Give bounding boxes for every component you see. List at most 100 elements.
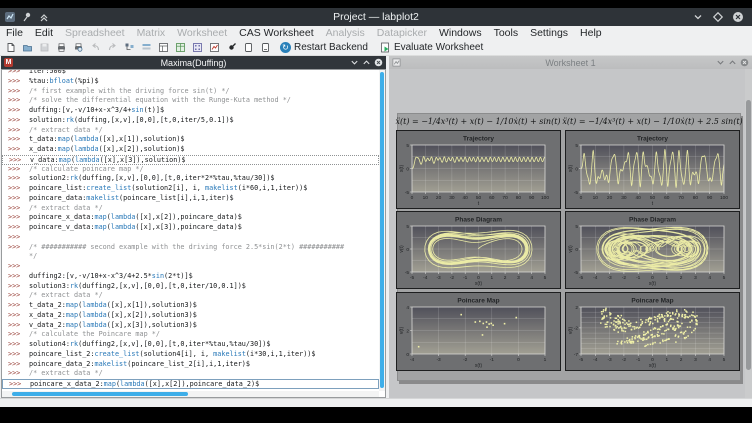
menu-tools[interactable]: Tools <box>488 26 525 40</box>
svg-text:x(t): x(t) <box>475 281 483 287</box>
plot-poincare-map-left[interactable]: -4-3-2-101024Poincare Mapx(t)v(t) <box>396 292 561 371</box>
code-line[interactable]: >>>solution:rk(duffing,[x,v],[0,0],[t,0,… <box>2 116 379 126</box>
code-line[interactable]: >>>x_data_2:map(lambda([x],x[2]),solutio… <box>2 311 379 321</box>
code-line[interactable]: >>>solution2:rk(duffing,[x,v],[0,0],[t,0… <box>2 174 379 184</box>
svg-text:60: 60 <box>489 195 495 201</box>
svg-text:-5: -5 <box>405 270 410 276</box>
shade-icon[interactable] <box>38 11 50 23</box>
code-line[interactable]: >>>iter:500$ <box>2 70 379 77</box>
code-line[interactable]: >>>solution4:rk(duffing2,[x,v],[0,0],[t,… <box>2 340 379 350</box>
window-title: Project — labplot2 <box>0 11 752 23</box>
title-bar[interactable]: Project — labplot2 <box>0 8 752 26</box>
code-line[interactable]: >>>poincare_list:create_list(solution2[i… <box>2 184 379 194</box>
close-button[interactable] <box>732 11 744 23</box>
equation-label-1[interactable]: ẍ(t) = −1/4x³(t) + x(t) − 1/10ẋ(t) + sin… <box>393 117 563 128</box>
code-line[interactable]: >>>t_data_2:map(lambda([x],x[1]),solutio… <box>2 301 379 311</box>
code-line[interactable]: >>>/* ########### second example with th… <box>2 243 379 253</box>
plot-phase-diagram-left[interactable]: -5-4-3-2-1012345-505Phase Diagramx(t)v(t… <box>396 211 561 289</box>
code-line[interactable]: >>>poincare_x_data_2:map(lambda([x],x[2]… <box>2 379 379 389</box>
minimize-button[interactable] <box>692 11 704 23</box>
plot-trajectory-left[interactable]: 0102030405060708090100-505Trajectorytx(t… <box>396 130 561 209</box>
cas-vertical-scrollbar[interactable] <box>379 70 385 391</box>
cas-zoom-in-button[interactable] <box>241 41 256 55</box>
new-spreadsheet-button[interactable] <box>173 41 188 55</box>
code-line[interactable]: >>> <box>2 262 379 272</box>
menu-help[interactable]: Help <box>574 26 608 40</box>
restart-backend-button[interactable]: ↻Restart Backend <box>275 41 373 55</box>
cas-restore-icon[interactable] <box>362 58 371 67</box>
cas-horizontal-scrollbar[interactable] <box>2 391 379 397</box>
menu-windows[interactable]: Windows <box>433 26 488 40</box>
svg-text:70: 70 <box>678 195 684 201</box>
code-line[interactable]: >>>poincare_list_2:create_list(solution4… <box>2 350 379 360</box>
plot-poincare-map-right[interactable]: -5-4-3-2-1012345-7-22Poincare Mapx(t)v(t… <box>565 292 740 371</box>
ws-minimize-icon[interactable] <box>716 58 725 67</box>
new-document-button[interactable] <box>3 41 18 55</box>
code-line[interactable]: */ <box>2 252 379 262</box>
evaluate-worksheet-button[interactable]: Evaluate Worksheet <box>375 41 488 55</box>
menu-edit[interactable]: Edit <box>29 26 59 40</box>
cas-zoom-out-button[interactable] <box>258 41 273 55</box>
prompt: >>> <box>8 213 29 223</box>
svg-text:v(t): v(t) <box>399 327 405 335</box>
code-line[interactable]: >>>duffing:[v,-v/10+x-x^3/4+sin(t)]$ <box>2 106 379 116</box>
code-line[interactable]: >>>v_data_2:map(lambda([x],x[3]),solutio… <box>2 321 379 331</box>
code-line[interactable]: >>>poincare_v_data:map(lambda([x],x[3]),… <box>2 223 379 233</box>
code-line[interactable]: >>>/* extract data */ <box>2 204 379 214</box>
cas-code-area[interactable]: >>>iter:500$>>>%tau:bfloat(%pi)$>>>/* fi… <box>1 69 386 398</box>
properties-explorer-icon <box>141 42 152 53</box>
code-line[interactable]: >>>duffing2:[v,-v/10+x-x^3/4+2.5*sin(2*t… <box>2 272 379 282</box>
cas-panel-titlebar[interactable]: M Maxima(Duffing) <box>1 56 386 69</box>
svg-text:-5: -5 <box>574 190 579 196</box>
code-line[interactable]: >>>/* extract data */ <box>2 126 379 136</box>
cas-minimize-icon[interactable] <box>350 58 359 67</box>
code-line[interactable]: >>>/* solve the differential equation wi… <box>2 96 379 106</box>
cas-close-icon[interactable] <box>374 58 383 67</box>
new-matrix-button[interactable] <box>190 41 205 55</box>
new-notebook-button[interactable] <box>224 41 239 55</box>
code-line[interactable]: >>>poincare_data_2:makelist(poincare_lis… <box>2 360 379 370</box>
svg-text:0: 0 <box>517 357 520 363</box>
equation-label-2[interactable]: ẍ(t) = −1/4x³(t) + x(t) − 1/10ẋ(t) + 2.5… <box>562 117 743 128</box>
plot-phase-diagram-right[interactable]: -5-4-3-2-1012345-505Phase Diagramx(t)v(t… <box>565 211 740 289</box>
menu-settings[interactable]: Settings <box>524 26 574 40</box>
worksheet-panel-titlebar[interactable]: Worksheet 1 <box>389 56 752 69</box>
code-line[interactable]: >>>solution3:rk(duffing2,[x,v],[0,0],[t,… <box>2 282 379 292</box>
app-icon <box>4 11 16 23</box>
svg-text:-5: -5 <box>410 275 415 281</box>
code-line[interactable]: >>>/* calculate the Poincare map */ <box>2 330 379 340</box>
prompt: >>> <box>8 116 29 126</box>
code-line[interactable]: >>>poincare_data:makelist(poincare_list[… <box>2 194 379 204</box>
print-button[interactable] <box>54 41 69 55</box>
menu-file[interactable]: File <box>0 26 29 40</box>
pin-icon[interactable] <box>21 11 33 23</box>
code-line[interactable]: >>>/* first example with the driving for… <box>2 87 379 97</box>
new-workbook-button[interactable] <box>156 41 171 55</box>
open-document-button[interactable] <box>20 41 35 55</box>
print-preview-button[interactable] <box>71 41 86 55</box>
code-line[interactable]: >>>x_data:map(lambda([x],x[2]),solution)… <box>2 145 379 155</box>
code-line[interactable]: >>>/* extract data */ <box>2 291 379 301</box>
new-spreadsheet-icon <box>175 42 186 53</box>
ws-restore-icon[interactable] <box>728 58 737 67</box>
code-line[interactable]: >>>v_data:map(lambda([x],x[3]),solution)… <box>2 155 379 165</box>
new-worksheet-button[interactable] <box>207 41 222 55</box>
code-line[interactable]: >>>poincare_x_data:map(lambda([x],x[2]),… <box>2 213 379 223</box>
properties-explorer-button[interactable] <box>139 41 154 55</box>
worksheet-view[interactable]: ẍ(t) = −1/4x³(t) + x(t) − 1/10ẋ(t) + sin… <box>389 69 752 398</box>
plot-trajectory-right[interactable]: 0102030405060708090100-505Trajectorytx(t… <box>565 130 740 209</box>
ws-close-icon[interactable] <box>740 58 749 67</box>
code-line[interactable]: >>>t_data:map(lambda([x],x[1]),solution)… <box>2 135 379 145</box>
maximize-button[interactable] <box>712 11 724 23</box>
code-line[interactable]: >>>/* calculate poincare map */ <box>2 165 379 175</box>
code-line[interactable]: >>> <box>2 233 379 243</box>
code-line[interactable]: >>>%tau:bfloat(%pi)$ <box>2 77 379 87</box>
svg-text:5: 5 <box>575 143 578 149</box>
code-line[interactable]: >>>/* extract data */ <box>2 369 379 379</box>
project-explorer-button[interactable] <box>122 41 137 55</box>
prompt: >>> <box>8 135 29 145</box>
save-document-icon <box>39 42 50 53</box>
worksheet-vertical-scrollbar[interactable] <box>745 69 752 398</box>
menu-cas-worksheet[interactable]: CAS Worksheet <box>233 26 320 40</box>
prompt <box>8 252 29 262</box>
